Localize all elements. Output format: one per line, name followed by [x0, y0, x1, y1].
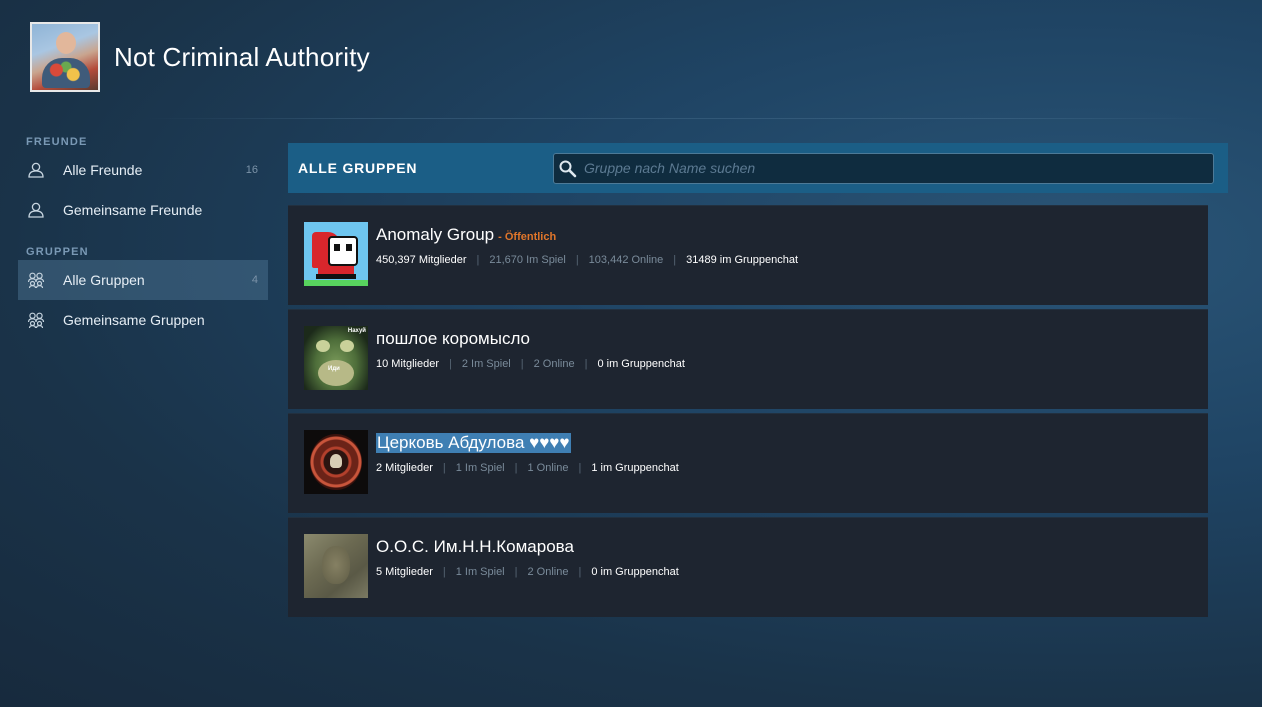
in-game-count: 1 Im Spiel [455, 566, 505, 578]
group-row-anomaly[interactable]: Anomaly Group - Öffentlich 450,397 Mitgl… [288, 205, 1208, 305]
group-name[interactable]: Церковь Абдулова ♥♥♥♥ [376, 433, 571, 453]
sidebar-item-common-friends[interactable]: Gemeinsame Freunde [18, 190, 268, 230]
section-title-groups: GRUPPEN [26, 246, 89, 258]
header-divider [145, 118, 1222, 119]
member-count: 450,397 Mitglieder [376, 254, 467, 266]
sidebar-item-label: Gemeinsame Freunde [63, 202, 203, 218]
member-count: 2 Mitglieder [376, 462, 433, 474]
avatar-caption: Нахуй [347, 328, 366, 334]
sidebar-item-count: 4 [251, 274, 258, 286]
member-count: 10 Mitglieder [376, 358, 439, 370]
sidebar: FREUNDE Alle Freunde 16 Gemeinsame Freun… [18, 128, 268, 340]
group-stats: 5 Mitglieder | 1 Im Spiel | 2 Online | 0… [376, 566, 679, 578]
group-icon [26, 310, 46, 330]
sidebar-item-all-groups[interactable]: Alle Gruppen 4 [18, 260, 268, 300]
in-game-count: 21,670 Im Spiel [489, 254, 566, 266]
in-game-count: 1 Im Spiel [455, 462, 505, 474]
person-icon [26, 200, 46, 220]
person-icon [26, 160, 46, 180]
group-avatar[interactable] [304, 222, 368, 286]
search-box[interactable] [553, 152, 1214, 184]
groupchat-count: 0 im Gruppenchat [591, 566, 679, 578]
group-visibility-badge: - Öffentlich [498, 231, 557, 243]
sidebar-item-all-friends[interactable]: Alle Freunde 16 [18, 150, 268, 190]
search-input[interactable] [584, 160, 1204, 176]
group-name[interactable]: Anomaly Group [376, 225, 494, 245]
profile-avatar[interactable] [30, 22, 100, 92]
group-icon [26, 270, 46, 290]
group-stats: 2 Mitglieder | 1 Im Spiel | 1 Online | 1… [376, 462, 679, 474]
groups-panel: ALLE GRUPPEN Anomaly Group - Öffentlich [288, 143, 1228, 621]
profile-header: Not Criminal Authority [30, 22, 370, 92]
groupchat-count: 31489 im Gruppenchat [686, 254, 799, 266]
sidebar-item-label: Gemeinsame Gruppen [63, 312, 205, 328]
group-avatar[interactable] [304, 534, 368, 598]
avatar-caption: Иди [328, 366, 340, 372]
section-title-friends: FREUNDE [26, 136, 88, 148]
group-name[interactable]: пошлое коромысло [376, 329, 530, 349]
group-list: Anomaly Group - Öffentlich 450,397 Mitgl… [288, 205, 1208, 617]
in-game-count: 2 Im Spiel [461, 358, 511, 370]
groupchat-count: 0 im Gruppenchat [597, 358, 685, 370]
group-row-koromyslo[interactable]: Нахуй Иди пошлое коромысло 10 Mitglieder… [288, 309, 1208, 409]
groups-header: ALLE GRUPPEN [288, 143, 1228, 193]
group-avatar[interactable] [304, 430, 368, 494]
sidebar-item-label: Alle Freunde [63, 162, 143, 178]
online-count: 2 Online [527, 566, 569, 578]
group-row-oos[interactable]: О.О.С. Им.Н.Н.Комарова 5 Mitglieder | 1 … [288, 517, 1208, 617]
group-row-church[interactable]: Церковь Абдулова ♥♥♥♥ 2 Mitglieder | 1 I… [288, 413, 1208, 513]
online-count: 103,442 Online [588, 254, 664, 266]
groupchat-count: 1 im Gruppenchat [591, 462, 679, 474]
sidebar-item-count: 16 [245, 164, 258, 176]
online-count: 1 Online [527, 462, 569, 474]
online-count: 2 Online [533, 358, 575, 370]
search-icon [558, 159, 578, 184]
group-stats: 450,397 Mitglieder | 21,670 Im Spiel | 1… [376, 254, 799, 266]
member-count: 5 Mitglieder [376, 566, 433, 578]
group-name[interactable]: О.О.С. Им.Н.Н.Комарова [376, 537, 574, 557]
page-title: ALLE GRUPPEN [298, 160, 418, 176]
profile-name: Not Criminal Authority [114, 41, 370, 72]
group-avatar[interactable]: Нахуй Иди [304, 326, 368, 390]
group-stats: 10 Mitglieder | 2 Im Spiel | 2 Online | … [376, 358, 685, 370]
sidebar-item-common-groups[interactable]: Gemeinsame Gruppen [18, 300, 268, 340]
sidebar-item-label: Alle Gruppen [63, 272, 145, 288]
